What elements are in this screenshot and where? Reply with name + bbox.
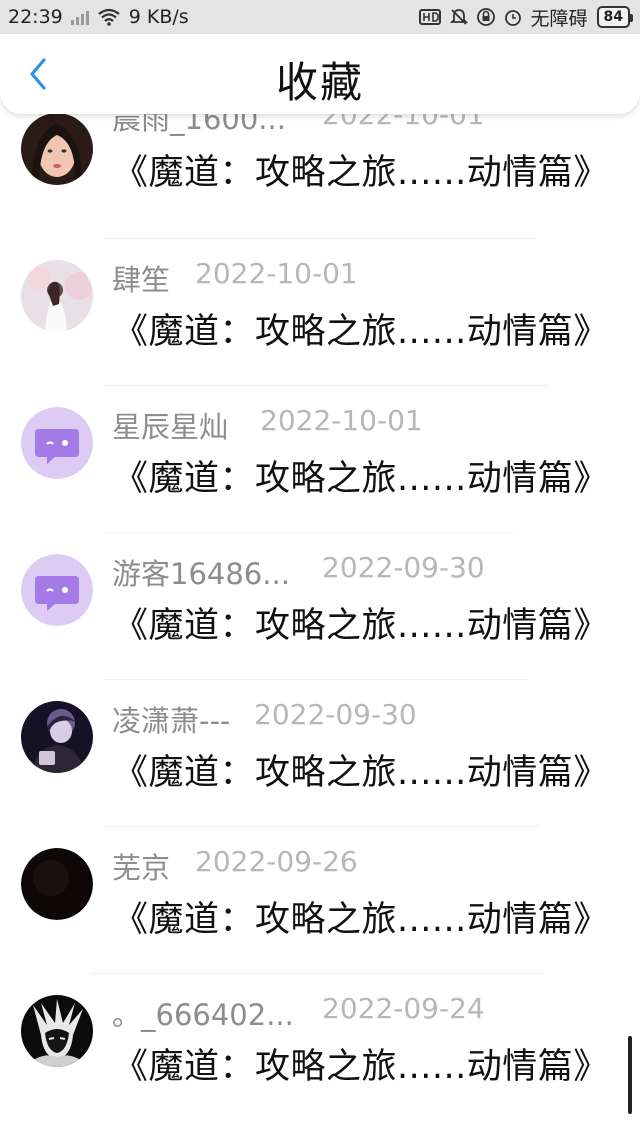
wifi-icon: [98, 8, 120, 26]
mute-bell-icon: [449, 9, 468, 25]
user-name[interactable]: 游客16486...: [112, 551, 290, 593]
item-date: 2022-10-01: [195, 257, 358, 290]
page-title: 收藏: [275, 58, 364, 107]
item-content[interactable]: 《魔道：攻略之旅......动情篇》: [113, 450, 609, 501]
accessibility-label: 无障碍: [530, 7, 588, 30]
item-content[interactable]: 《魔道：攻略之旅......动情篇》: [113, 1038, 609, 1089]
avatar[interactable]: [21, 407, 93, 479]
item-date: 2022-09-24: [322, 992, 485, 1025]
item-date: 2022-09-26: [195, 845, 358, 878]
item-date: 2022-09-30: [254, 698, 417, 731]
status-bar: 22:39 9 KB/s 无障碍 84: [0, 0, 640, 34]
user-name[interactable]: 凌潇萧---: [112, 698, 230, 740]
top-bar: 收藏: [0, 34, 640, 114]
list-item[interactable]: 。_666402... 2022-09-24 《魔道：攻略之旅......动情篇…: [0, 974, 640, 1121]
user-name[interactable]: 星辰星灿: [112, 404, 228, 446]
avatar[interactable]: [21, 113, 93, 185]
avatar[interactable]: [21, 701, 93, 773]
signal-icon: [70, 9, 89, 25]
avatar[interactable]: [21, 260, 93, 332]
favorites-list: 晨雨_1600... 2022-10-01 《魔道：攻略之旅......动情篇》…: [0, 92, 640, 1121]
list-item[interactable]: 晨雨_1600... 2022-10-01 《魔道：攻略之旅......动情篇》: [0, 92, 640, 239]
list-item[interactable]: 肆笙 2022-10-01 《魔道：攻略之旅......动情篇》: [0, 239, 640, 386]
status-time: 22:39: [8, 6, 63, 28]
avatar[interactable]: [21, 995, 93, 1067]
avatar[interactable]: [21, 554, 93, 626]
list-item[interactable]: 游客16486... 2022-09-30 《魔道：攻略之旅......动情篇》: [0, 533, 640, 680]
network-speed: 9 KB/s: [128, 6, 189, 28]
item-content[interactable]: 《魔道：攻略之旅......动情篇》: [113, 303, 609, 354]
lock-icon: [476, 8, 495, 26]
alarm-icon: [504, 10, 521, 26]
user-name[interactable]: 肆笙: [112, 257, 170, 299]
list-item[interactable]: 星辰星灿 2022-10-01 《魔道：攻略之旅......动情篇》: [0, 386, 640, 533]
list-item[interactable]: 凌潇萧--- 2022-09-30 《魔道：攻略之旅......动情篇》: [0, 680, 640, 827]
item-content[interactable]: 《魔道：攻略之旅......动情篇》: [113, 891, 609, 942]
avatar[interactable]: [21, 848, 93, 920]
hd-icon: [418, 9, 441, 25]
user-name[interactable]: 。_666402...: [112, 992, 294, 1034]
item-content[interactable]: 《魔道：攻略之旅......动情篇》: [113, 744, 609, 795]
list-item[interactable]: 芜京 2022-09-26 《魔道：攻略之旅......动情篇》: [0, 827, 640, 974]
item-date: 2022-09-30: [322, 551, 485, 584]
item-content[interactable]: 《魔道：攻略之旅......动情篇》: [113, 597, 609, 648]
battery-icon: 84: [596, 6, 634, 28]
item-date: 2022-10-01: [260, 404, 423, 437]
item-content[interactable]: 《魔道：攻略之旅......动情篇》: [113, 144, 609, 195]
scrollbar[interactable]: [628, 1036, 632, 1114]
user-name[interactable]: 芜京: [112, 845, 170, 887]
